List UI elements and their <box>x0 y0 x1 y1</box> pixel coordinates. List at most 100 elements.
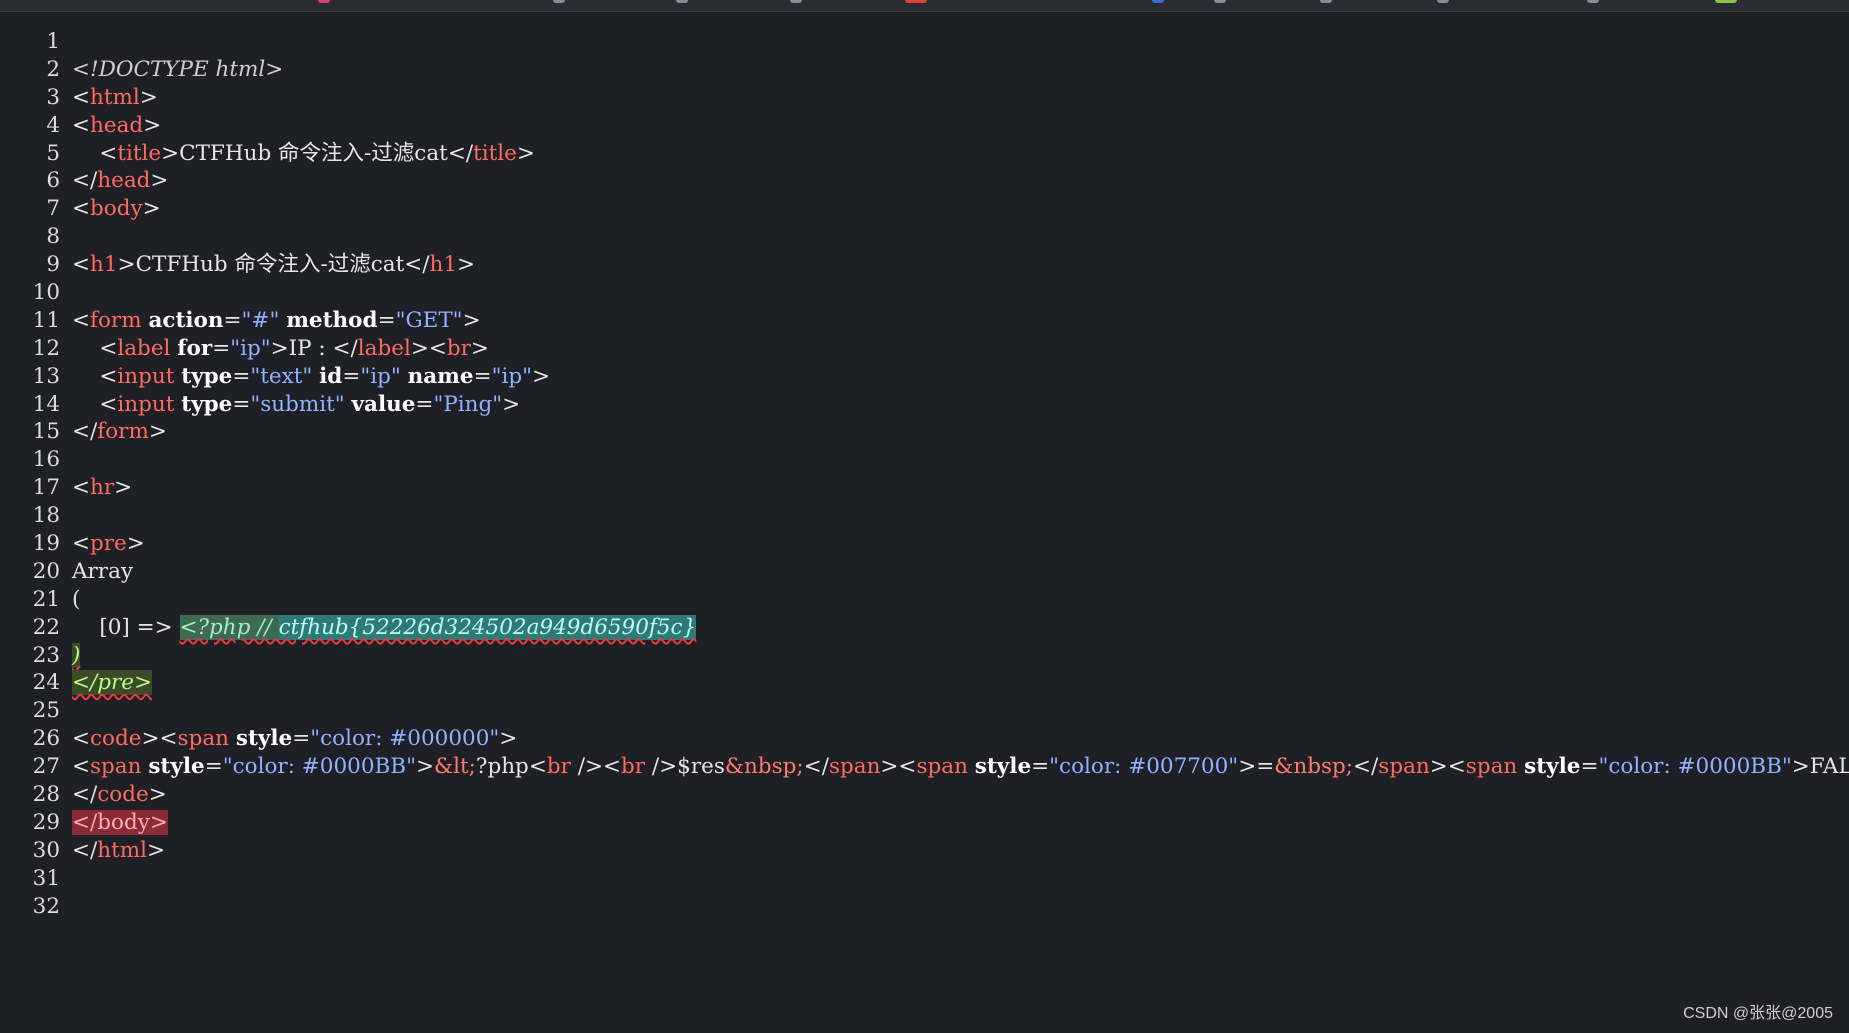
code-line[interactable]: 12 <label for="ip">IP : </label><br> <box>0 335 1849 363</box>
code-token: > <box>1791 754 1810 780</box>
code-token: > <box>143 112 162 138</box>
code-token: $res <box>677 754 725 780</box>
line-number: 24 <box>32 670 60 696</box>
line-number: 2 <box>46 56 60 82</box>
code-line[interactable]: 27 <span style="color: #0000BB">&lt;?php<… <box>0 753 1849 781</box>
line-number: 30 <box>32 837 60 863</box>
code-line[interactable]: 17 <hr> <box>0 474 1849 502</box>
line-number: 25 <box>32 698 60 724</box>
code-line[interactable]: 30 </html> <box>0 837 1849 865</box>
code-token: >< <box>1429 754 1466 780</box>
code-token: "color: #007700" <box>1049 754 1239 780</box>
code-line[interactable]: 8 <box>0 223 1849 251</box>
code-token: <!DOCTYPE html> <box>72 56 284 82</box>
code-line[interactable]: 6 </head> <box>0 167 1849 195</box>
line-code: <hr> <box>72 474 132 502</box>
line-code: </body> <box>72 809 168 837</box>
toolbar-mark <box>553 0 565 3</box>
line-code: <pre> <box>72 530 145 558</box>
code-token: = <box>1256 754 1275 780</box>
code-line[interactable]: 16 <box>0 446 1849 474</box>
code-token: form <box>97 419 149 445</box>
code-line[interactable]: 9 <h1>CTFHub 命令注入-过滤cat</h1> <box>0 251 1849 279</box>
line-number: 20 <box>32 558 60 584</box>
code-token: = <box>342 363 361 389</box>
code-line[interactable]: 25 <box>0 697 1849 725</box>
code-token: </body> <box>72 809 168 835</box>
code-token: "color: #000000" <box>310 726 500 752</box>
code-token: style <box>235 726 293 752</box>
code-token: = <box>204 754 223 780</box>
code-token: "ip" <box>491 363 533 389</box>
code-token: <?php // <box>179 614 279 640</box>
code-line[interactable]: 28 </code> <box>0 781 1849 809</box>
code-token: h1 <box>429 252 458 278</box>
code-token: &nbsp; <box>1274 754 1354 780</box>
code-line[interactable]: 20 Array <box>0 558 1849 586</box>
code-line[interactable]: 13 <input type="text" id="ip" name="ip"> <box>0 363 1849 391</box>
line-number: 9 <box>46 252 60 278</box>
code-token: value <box>351 391 416 417</box>
csdn-watermark: CSDN @张张@2005 <box>1683 1005 1833 1022</box>
code-viewer-window: 1 2 <!DOCTYPE html> 3 <html> 4 <head> 5 <title>… <box>0 0 1849 1033</box>
code-line[interactable]: 7 <body> <box>0 195 1849 223</box>
code-line[interactable]: 2 <!DOCTYPE html> <box>0 56 1849 84</box>
code-line[interactable]: 19 <pre> <box>0 530 1849 558</box>
code-token: title <box>473 140 517 166</box>
code-token: </ <box>447 140 474 166</box>
code-token: br <box>621 754 646 780</box>
line-number: 3 <box>46 84 60 110</box>
code-line[interactable]: 5 <title>CTFHub 命令注入-过滤cat</title> <box>0 140 1849 168</box>
code-token: />< <box>577 754 622 780</box>
code-token: > <box>147 837 166 863</box>
code-token: /> <box>651 754 678 780</box>
line-number: 10 <box>32 280 60 306</box>
code-line[interactable]: 32 <box>0 893 1849 921</box>
code-token: > <box>117 252 136 278</box>
code-token: < <box>72 196 91 222</box>
code-token: body <box>90 196 143 222</box>
code-token: input <box>117 363 175 389</box>
line-number: 23 <box>32 642 60 668</box>
code-line[interactable]: 26 <code><span style="color: #000000"> <box>0 725 1849 753</box>
line-code: <input type="text" id="ip" name="ip"> <box>72 363 550 391</box>
toolbar-mark <box>676 0 688 3</box>
code-line[interactable]: 1 <box>0 28 1849 56</box>
code-token: < <box>72 307 91 333</box>
code-token: > <box>126 531 145 557</box>
code-line[interactable]: 15 </form> <box>0 418 1849 446</box>
code-line[interactable]: 31 <box>0 865 1849 893</box>
code-line[interactable]: 10 <box>0 279 1849 307</box>
code-line[interactable]: 24 </pre> <box>0 669 1849 697</box>
line-number: 31 <box>32 865 60 891</box>
code-line[interactable]: 4 <head> <box>0 112 1849 140</box>
source-code-editor[interactable]: 1 2 <!DOCTYPE html> 3 <html> 4 <head> 5 <title>… <box>0 28 1849 921</box>
code-token: < <box>99 363 118 389</box>
code-token: input <box>117 391 175 417</box>
line-code: <!DOCTYPE html> <box>72 56 283 84</box>
code-token: &nbsp; <box>724 754 804 780</box>
code-token: code <box>90 726 142 752</box>
code-token: = <box>1580 754 1599 780</box>
code-token: >< <box>141 726 178 752</box>
code-token: > <box>457 252 476 278</box>
toolbar-mark <box>1152 0 1164 3</box>
code-token: Array <box>72 558 134 584</box>
code-line[interactable]: 11 <form action="#" method="GET"> <box>0 307 1849 335</box>
code-line[interactable]: 18 <box>0 502 1849 530</box>
code-line[interactable]: 29 </body> <box>0 809 1849 837</box>
line-number: 7 <box>46 196 60 222</box>
toolbar-mark <box>1587 0 1599 3</box>
code-line[interactable]: 22 [0] => <?php // ctfhub{52226d324502a9… <box>0 614 1849 642</box>
code-line[interactable]: 23) <box>0 642 1849 670</box>
code-token: < <box>72 531 91 557</box>
code-line[interactable]: 3 <html> <box>0 84 1849 112</box>
line-number: 19 <box>32 531 60 557</box>
line-number: 13 <box>32 363 60 389</box>
code-line[interactable]: 14 <input type="submit" value="Ping"> <box>0 391 1849 419</box>
line-code: </head> <box>72 167 168 195</box>
code-line[interactable]: 21 ( <box>0 586 1849 614</box>
code-token: "#" <box>241 307 280 333</box>
